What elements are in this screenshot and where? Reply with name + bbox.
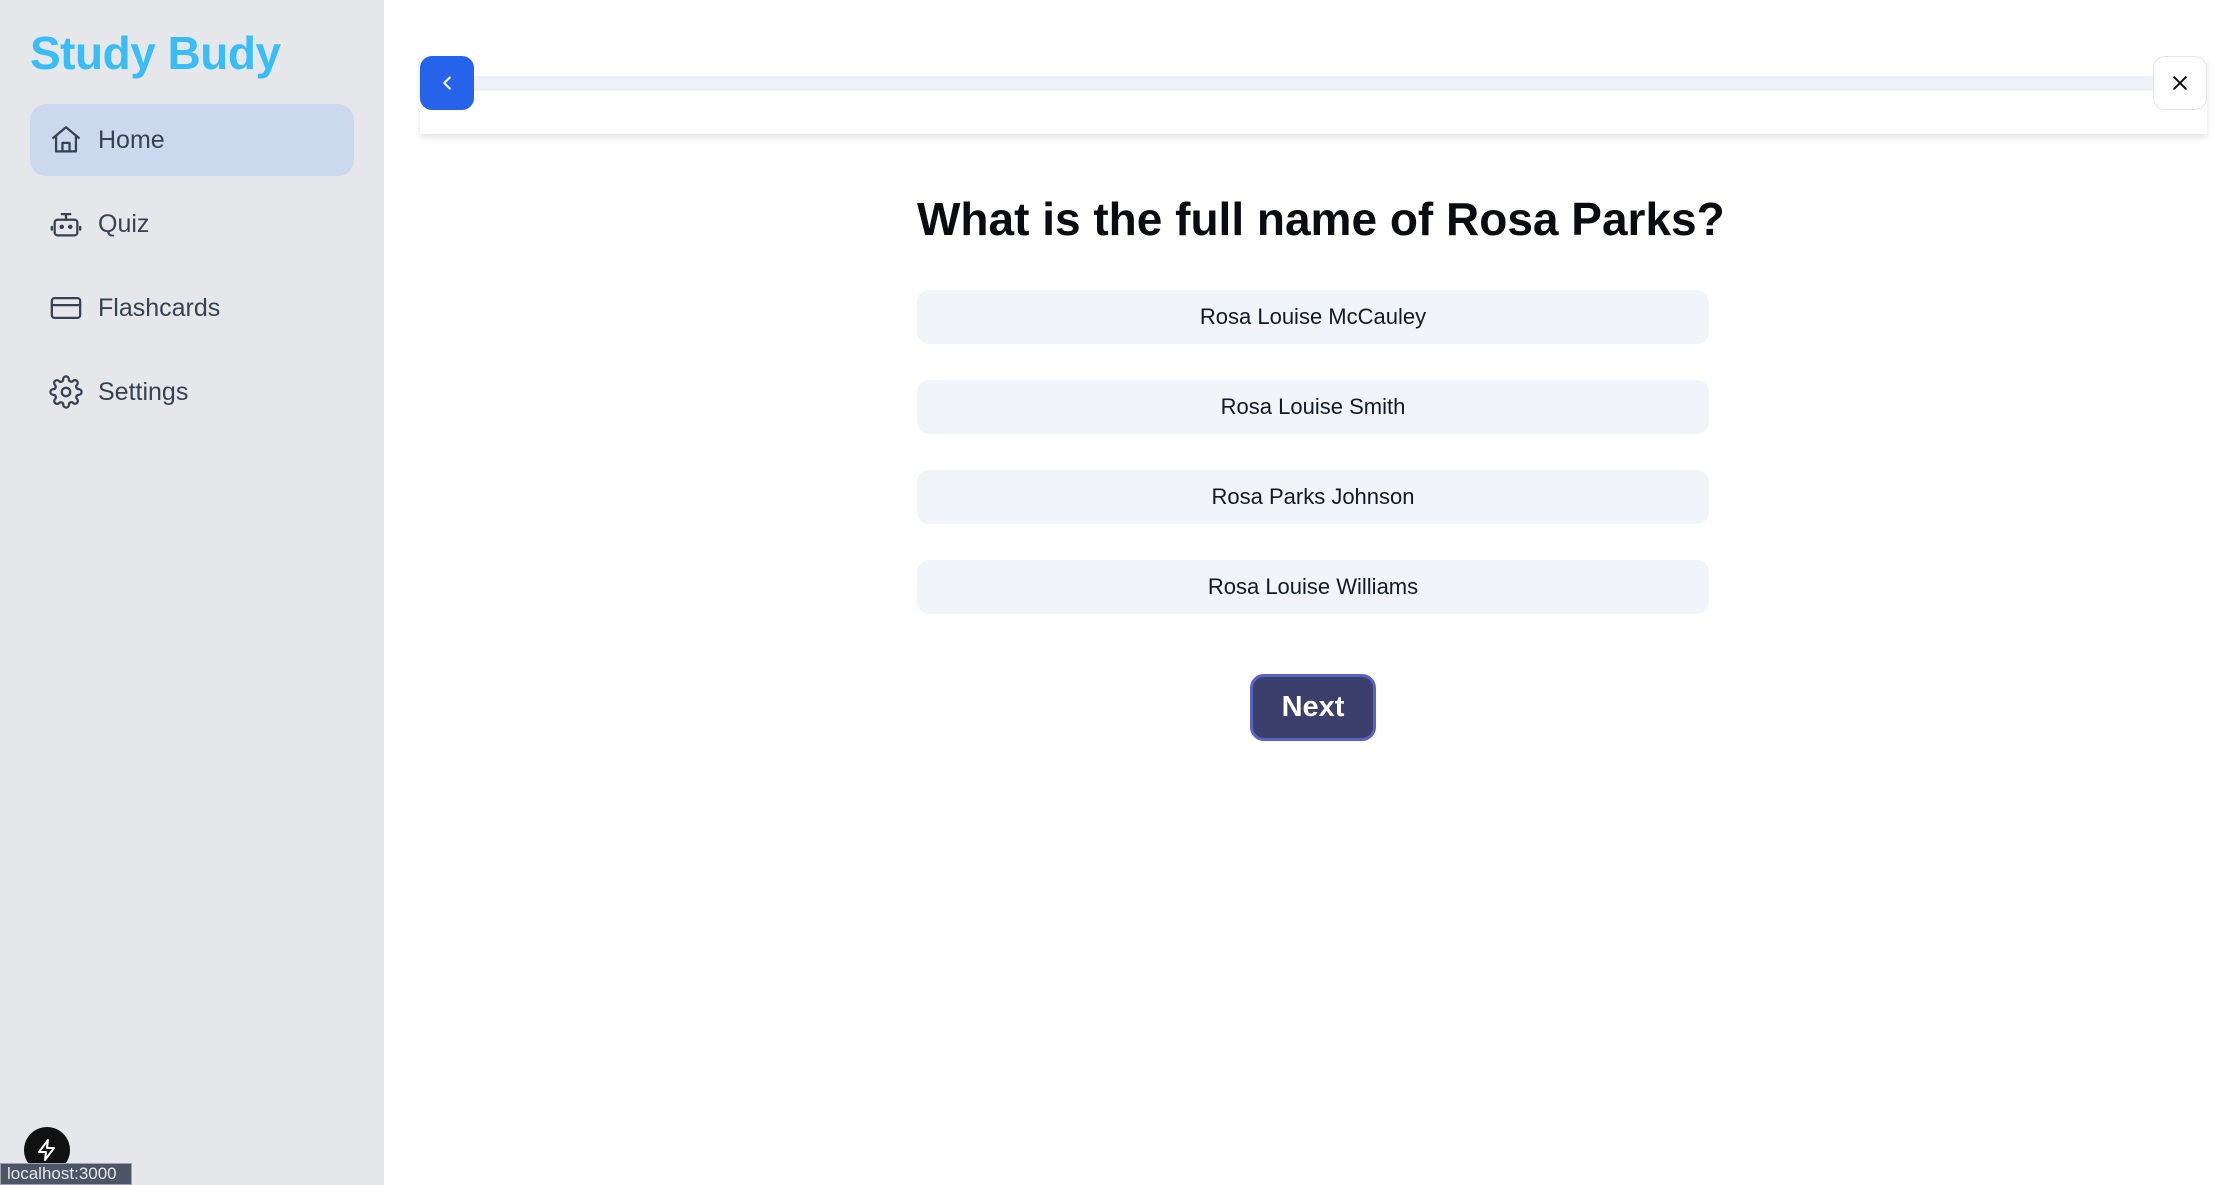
quiz-progress-bar	[474, 76, 2154, 91]
answer-options: Rosa Louise McCauley Rosa Louise Smith R…	[917, 290, 1709, 650]
sidebar-item-label: Flashcards	[98, 293, 221, 322]
chevron-left-icon	[443, 76, 451, 90]
app-root: Study Budy Home Quiz Flashcards Settings…	[0, 0, 2239, 1185]
sidebar-item-home[interactable]: Home	[30, 104, 354, 176]
home-icon	[48, 122, 84, 158]
answer-option-1[interactable]: Rosa Louise McCauley	[917, 290, 1709, 344]
sidebar-item-label: Home	[98, 125, 165, 154]
sidebar-item-flashcards[interactable]: Flashcards	[30, 272, 354, 344]
sidebar-nav: Home Quiz Flashcards Settings	[30, 104, 354, 440]
brand-logo[interactable]: Study Budy	[30, 26, 281, 80]
answer-option-3[interactable]: Rosa Parks Johnson	[917, 470, 1709, 524]
answer-option-2[interactable]: Rosa Louise Smith	[917, 380, 1709, 434]
url-status-tooltip: localhost:3000	[0, 1163, 132, 1185]
next-button[interactable]: Next	[1250, 674, 1376, 741]
robot-icon	[48, 206, 84, 242]
card-icon	[48, 290, 84, 326]
sidebar-item-label: Settings	[98, 377, 189, 406]
close-button[interactable]	[2153, 56, 2207, 110]
bolt-icon	[38, 1139, 55, 1161]
sidebar-item-quiz[interactable]: Quiz	[30, 188, 354, 260]
sidebar-item-label: Quiz	[98, 209, 150, 238]
sidebar-item-settings[interactable]: Settings	[30, 356, 354, 428]
answer-option-4[interactable]: Rosa Louise Williams	[917, 560, 1709, 614]
quiz-topbar	[420, 56, 2207, 134]
back-button[interactable]	[420, 56, 474, 110]
sidebar: Study Budy Home Quiz Flashcards Settings…	[0, 0, 384, 1185]
gear-icon	[48, 374, 84, 410]
question-title: What is the full name of Rosa Parks?	[917, 193, 1725, 245]
close-icon	[2173, 76, 2187, 90]
